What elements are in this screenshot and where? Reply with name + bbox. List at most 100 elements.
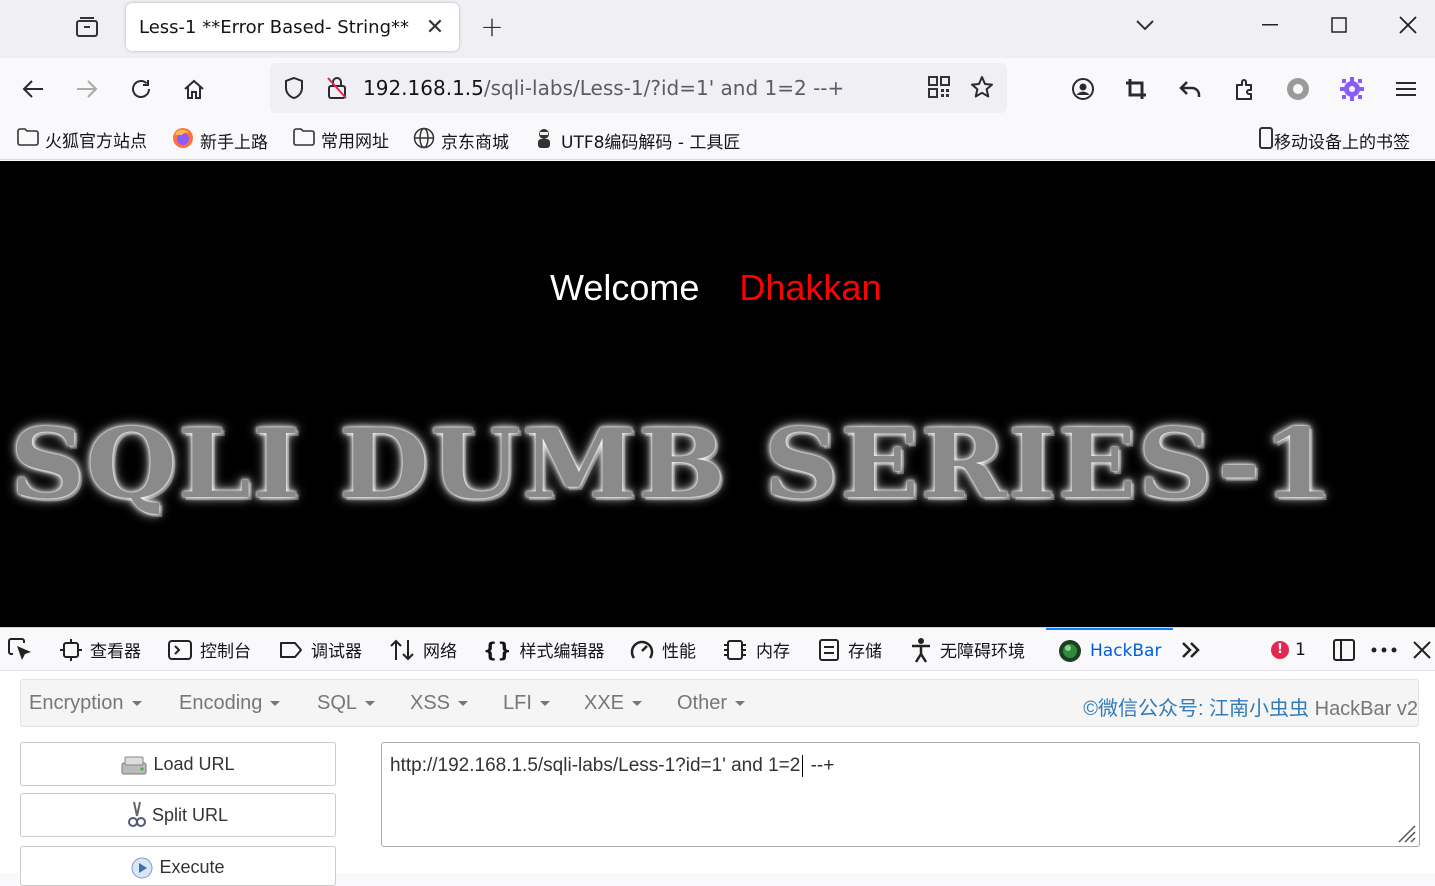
insecure-lock-icon[interactable] — [326, 76, 348, 104]
load-url-icon — [121, 756, 147, 775]
folder-icon — [293, 128, 315, 151]
minimize-button[interactable] — [1250, 8, 1290, 42]
tab-network[interactable]: 网络 — [389, 628, 457, 671]
url-bar[interactable]: 192.168.1.5/sqli-labs/Less-1/?id=1' and … — [270, 63, 1007, 113]
forward-icon[interactable] — [69, 71, 105, 107]
url-text-after-cursor: --+ — [805, 755, 835, 777]
welcome-name: Dhakkan — [739, 267, 882, 308]
tab-debugger[interactable]: 调试器 — [279, 628, 362, 671]
error-count-badge[interactable]: ! 1 — [1271, 628, 1306, 671]
bookmark-item-0[interactable]: 火狐官方站点 — [17, 127, 147, 152]
error-count: 1 — [1295, 639, 1306, 660]
extensions-icon[interactable] — [1227, 71, 1263, 107]
menu-xss[interactable]: XSS — [410, 692, 469, 715]
braces-icon: {} — [483, 637, 512, 662]
bookmark-item-3[interactable]: 京东商城 — [413, 127, 509, 154]
tab-label: 调试器 — [311, 642, 362, 662]
bookmark-item-1[interactable]: 新手上路 — [172, 127, 268, 154]
menu-lfi[interactable]: LFI — [503, 692, 550, 715]
caret-down-icon — [365, 701, 376, 706]
mobile-bookmarks[interactable]: 移动设备上的书签 — [1258, 127, 1410, 154]
menu-label: LFI — [503, 692, 532, 714]
hackbar-logo-icon — [1059, 639, 1081, 662]
extension-gear-icon[interactable] — [1334, 71, 1370, 107]
close-devtools-icon[interactable] — [1413, 628, 1431, 671]
bookmark-label: 火狐官方站点 — [45, 132, 147, 152]
bookmark-label: 新手上路 — [200, 133, 268, 153]
tab-label: 查看器 — [90, 642, 141, 662]
error-icon: ! — [1271, 640, 1289, 659]
tab-inspector[interactable]: 查看器 — [60, 628, 141, 671]
hackbar-menu: Encryption Encoding SQL XSS LFI XXE Othe… — [20, 679, 1419, 727]
bookmark-star-icon[interactable] — [970, 75, 994, 103]
tab-console[interactable]: 控制台 — [168, 628, 251, 671]
maximize-button[interactable] — [1319, 8, 1359, 42]
hackbar-url-textarea[interactable]: http://192.168.1.5/sqli-labs/Less-1?id=1… — [381, 742, 1420, 847]
shield-icon[interactable] — [283, 76, 305, 104]
tab-label: 无障碍环境 — [940, 642, 1025, 662]
text-cursor — [802, 755, 804, 777]
tab-label: 样式编辑器 — [519, 642, 605, 662]
caret-down-icon — [131, 701, 142, 706]
brand-prefix: ©微信公众号: 江南小虫虫 — [1083, 698, 1310, 720]
account-icon[interactable] — [1065, 71, 1101, 107]
caret-down-icon — [539, 701, 550, 706]
menu-xxe[interactable]: XXE — [584, 692, 643, 715]
close-tab-icon[interactable]: ✕ — [423, 15, 447, 40]
reload-icon[interactable] — [123, 71, 159, 107]
hamburger-menu-icon[interactable] — [1388, 71, 1424, 107]
menu-other[interactable]: Other — [677, 692, 746, 715]
caret-down-icon — [735, 701, 746, 706]
tab-title: Less-1 **Error Based- String** — [139, 16, 409, 38]
more-tabs-chevron-icon[interactable] — [1180, 628, 1202, 671]
tab-label: 存储 — [848, 642, 882, 662]
extension-gray-circle-icon[interactable] — [1280, 71, 1316, 107]
close-window-button[interactable] — [1388, 8, 1428, 42]
load-url-button[interactable]: Load URL — [20, 742, 336, 786]
tab-storage[interactable]: 存储 — [818, 628, 882, 671]
tab-overflow-chevron-icon[interactable] — [1125, 8, 1165, 42]
tab-performance[interactable]: 性能 — [630, 628, 696, 671]
bookmark-item-2[interactable]: 常用网址 — [293, 127, 389, 152]
console-icon — [168, 639, 192, 660]
dock-side-icon[interactable] — [1332, 628, 1356, 671]
debugger-icon — [280, 641, 302, 658]
undo-arrow-icon[interactable] — [1172, 71, 1208, 107]
home-icon[interactable] — [176, 71, 212, 107]
url-text[interactable]: 192.168.1.5/sqli-labs/Less-1/?id=1' and … — [363, 76, 844, 100]
tab-hackbar[interactable]: HackBar — [1046, 628, 1174, 671]
crop-screenshot-icon[interactable] — [1118, 71, 1154, 107]
split-url-button[interactable]: Split URL — [20, 793, 336, 837]
tab-list-icon[interactable] — [70, 10, 104, 44]
menu-sql[interactable]: SQL — [317, 692, 376, 715]
hackbar-panel: Encryption Encoding SQL XSS LFI XXE Othe… — [0, 671, 1435, 886]
brand-suffix: HackBar v2 — [1309, 698, 1418, 720]
menu-encoding[interactable]: Encoding — [179, 692, 281, 715]
element-picker-icon[interactable] — [8, 628, 34, 671]
menu-encryption[interactable]: Encryption — [29, 692, 142, 715]
page-content: Welcome Dhakkan SQLI DUMB SERIES-1 — [0, 161, 1435, 627]
memory-chip-icon — [724, 639, 746, 660]
bookmark-label: UTF8编码解码 - 工具匠 — [561, 133, 741, 153]
bookmark-item-4[interactable]: UTF8编码解码 - 工具匠 — [533, 127, 740, 154]
performance-gauge-icon — [630, 640, 654, 659]
tab-accessibility[interactable]: 无障碍环境 — [910, 628, 1025, 671]
menu-label: Encoding — [179, 692, 263, 714]
caret-down-icon — [270, 701, 281, 706]
new-tab-button[interactable]: + — [476, 10, 508, 43]
devtools-toolbar: 查看器 控制台 调试器 网络 {} 样式编辑器 性能 内存 存储 无障碍环境 H… — [0, 627, 1435, 671]
browser-tab[interactable]: Less-1 **Error Based- String** ✕ — [126, 3, 459, 51]
execute-button[interactable]: Execute — [20, 846, 336, 886]
qr-code-icon[interactable] — [928, 76, 950, 102]
more-options-icon[interactable] — [1371, 628, 1397, 671]
tab-style-editor[interactable]: {} 样式编辑器 — [483, 628, 604, 671]
caret-down-icon — [632, 701, 643, 706]
tab-label: 内存 — [756, 642, 790, 662]
url-text-before-cursor: http://192.168.1.5/sqli-labs/Less-1?id=1… — [390, 755, 801, 777]
resize-handle-icon[interactable] — [1396, 823, 1416, 843]
back-icon[interactable] — [15, 71, 51, 107]
button-label: Execute — [159, 857, 225, 877]
tab-memory[interactable]: 内存 — [722, 628, 790, 671]
network-icon — [390, 639, 414, 660]
menu-label: XXE — [584, 692, 625, 714]
